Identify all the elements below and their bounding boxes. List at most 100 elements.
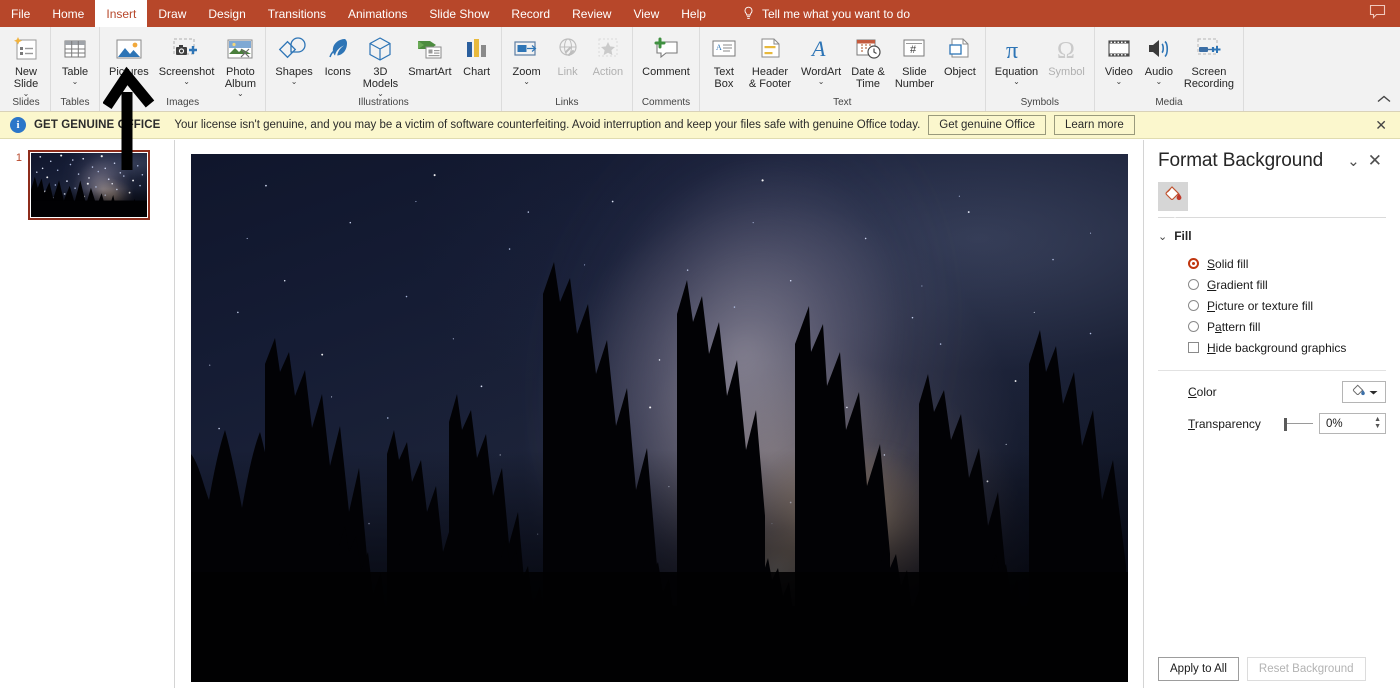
chevron-down-icon[interactable]: ⌄ <box>818 78 825 86</box>
chevron-down-icon[interactable] <box>1369 385 1378 399</box>
menu-item-animations[interactable]: Animations <box>337 0 418 27</box>
fill-section-header[interactable]: ⌄ Fill <box>1158 229 1386 243</box>
slide-background-image <box>190 154 1128 682</box>
chevron-down-icon[interactable]: ⌄ <box>377 90 384 98</box>
table-button[interactable]: Table ⌄ <box>55 31 95 86</box>
smartart-button[interactable]: SmartArt <box>403 31 456 78</box>
slide-number-button[interactable]: # Slide Number <box>890 31 939 90</box>
apply-to-all-button[interactable]: Apply to All <box>1158 657 1239 681</box>
wordart-button[interactable]: A WordArt ⌄ <box>796 31 846 86</box>
chevron-down-icon[interactable]: ⌄ <box>72 78 79 86</box>
radio-gradient-fill[interactable] <box>1188 279 1199 290</box>
menu-item-slide-show[interactable]: Slide Show <box>418 0 500 27</box>
menu-item-design[interactable]: Design <box>197 0 256 27</box>
chart-button[interactable]: Chart <box>457 31 497 78</box>
slider-track <box>1284 423 1313 424</box>
solid-fill-option[interactable]: Solid fill <box>1188 253 1386 274</box>
fill-options-list: Solid fill Gradient fill Picture or text… <box>1158 253 1386 358</box>
date-time-button[interactable]: Date & Time <box>846 31 890 90</box>
spinner-arrows[interactable]: ▲ ▼ <box>1374 414 1381 433</box>
close-icon[interactable]: ✕ <box>1372 117 1390 134</box>
svg-text:π: π <box>1006 38 1018 64</box>
shapes-button[interactable]: Shapes ⌄ <box>270 31 317 86</box>
chevron-down-icon[interactable]: ⌄ <box>1343 152 1364 170</box>
chevron-down-icon[interactable]: ⌄ <box>1013 78 1020 86</box>
chevron-down-icon[interactable]: ⌄ <box>291 78 298 86</box>
menu-item-view[interactable]: View <box>622 0 670 27</box>
chevron-down-icon[interactable]: ⌄ <box>23 90 30 98</box>
notification-message: Your license isn't genuine, and you may … <box>174 119 921 131</box>
header-footer-button[interactable]: Header & Footer <box>744 31 796 90</box>
hide-background-graphics-option[interactable]: Hide background graphics <box>1188 337 1386 358</box>
transparency-slider[interactable] <box>1284 415 1313 433</box>
get-genuine-office-button[interactable]: Get genuine Office <box>928 115 1046 135</box>
photo-album-button[interactable]: Photo Album ⌄ <box>219 31 261 98</box>
checkbox-hide-background-graphics[interactable] <box>1188 342 1199 353</box>
fill-tab[interactable] <box>1158 182 1188 211</box>
object-button[interactable]: Object <box>939 31 981 78</box>
zoom-button[interactable]: Zoom ⌄ <box>506 31 548 86</box>
fill-options-divider <box>1158 370 1386 371</box>
screen-recording-button[interactable]: Screen Recording <box>1179 31 1239 90</box>
3d-models-button[interactable]: 3D Models ⌄ <box>358 31 403 98</box>
slide-canvas[interactable] <box>190 154 1128 682</box>
close-icon[interactable]: ✕ <box>1364 151 1386 171</box>
radio-pattern-fill[interactable] <box>1188 321 1199 332</box>
object-icon <box>945 33 975 65</box>
menu-item-insert[interactable]: Insert <box>95 0 148 27</box>
header-footer-label: Header & Footer <box>748 66 792 90</box>
text-box-button[interactable]: A Text Box <box>704 31 744 90</box>
comments-button[interactable] <box>1355 0 1400 27</box>
menu-item-record[interactable]: Record <box>500 0 561 27</box>
equation-button[interactable]: π Equation ⌄ <box>990 31 1043 86</box>
ribbon-collapse-button[interactable] <box>1376 92 1392 107</box>
3d-models-label: 3D Models <box>362 66 399 90</box>
photo-album-icon <box>224 33 256 65</box>
radio-solid-fill[interactable] <box>1188 258 1199 269</box>
comment-button[interactable]: Comment <box>637 31 695 78</box>
date-time-label: Date & Time <box>851 66 885 90</box>
thumb-scene <box>31 153 147 217</box>
menu-item-review[interactable]: Review <box>561 0 622 27</box>
chevron-down-icon[interactable]: ⌄ <box>1156 78 1163 86</box>
new-slide-button[interactable]: New Slide ⌄ <box>6 31 46 98</box>
transparency-input[interactable]: 0% ▲ ▼ <box>1319 413 1386 434</box>
menu-item-help[interactable]: Help <box>670 0 717 27</box>
slide-thumbnail-1[interactable] <box>28 150 150 220</box>
slider-thumb[interactable] <box>1284 417 1287 431</box>
reset-background-button: Reset Background <box>1246 657 1366 681</box>
spinner-down-icon[interactable]: ▼ <box>1374 423 1381 430</box>
tell-me-search[interactable]: Tell me what you want to do <box>731 0 921 27</box>
audio-button[interactable]: Audio ⌄ <box>1139 31 1179 86</box>
gradient-fill-option[interactable]: Gradient fill <box>1188 274 1386 295</box>
menu-item-file[interactable]: File <box>0 0 41 27</box>
chevron-down-icon[interactable]: ⌄ <box>237 90 244 98</box>
picture-or-texture-fill-option[interactable]: Picture or texture fill <box>1188 295 1386 316</box>
smartart-icon <box>414 33 446 65</box>
pattern-fill-option[interactable]: Pattern fill <box>1188 316 1386 337</box>
pictures-button[interactable]: Pictures ⌄ <box>104 31 154 86</box>
radio-picture-texture-fill[interactable] <box>1188 300 1199 311</box>
screenshot-button[interactable]: Screenshot ⌄ <box>154 31 220 86</box>
chevron-down-icon[interactable]: ⌄ <box>126 78 133 86</box>
icons-button[interactable]: Icons <box>318 31 358 78</box>
slide-number-label: Slide Number <box>894 66 934 90</box>
ribbon-group-symbols: π Equation ⌄ Ω Symbol Symbols <box>986 27 1095 111</box>
chevron-down-icon[interactable]: ⌄ <box>523 78 530 86</box>
screenshot-icon <box>170 33 204 65</box>
menu-item-home[interactable]: Home <box>41 0 95 27</box>
learn-more-button[interactable]: Learn more <box>1053 115 1135 135</box>
transparency-label: Transparency <box>1188 416 1261 431</box>
thumbnail-row-1[interactable]: 1 <box>0 150 174 220</box>
chevron-down-icon[interactable]: ⌄ <box>1116 78 1123 86</box>
menu-item-transitions[interactable]: Transitions <box>257 0 337 27</box>
menu-item-draw[interactable]: Draw <box>147 0 197 27</box>
genuine-office-notification-bar: i GET GENUINE OFFICE Your license isn't … <box>0 112 1400 139</box>
slide-editing-area <box>175 140 1143 688</box>
color-picker-button[interactable] <box>1342 381 1386 403</box>
chevron-down-icon[interactable]: ⌄ <box>183 78 190 86</box>
video-button[interactable]: Video ⌄ <box>1099 31 1139 86</box>
action-button: Action <box>588 31 629 78</box>
symbol-label: Symbol <box>1048 66 1085 78</box>
slide-number-label: 1 <box>15 152 22 164</box>
